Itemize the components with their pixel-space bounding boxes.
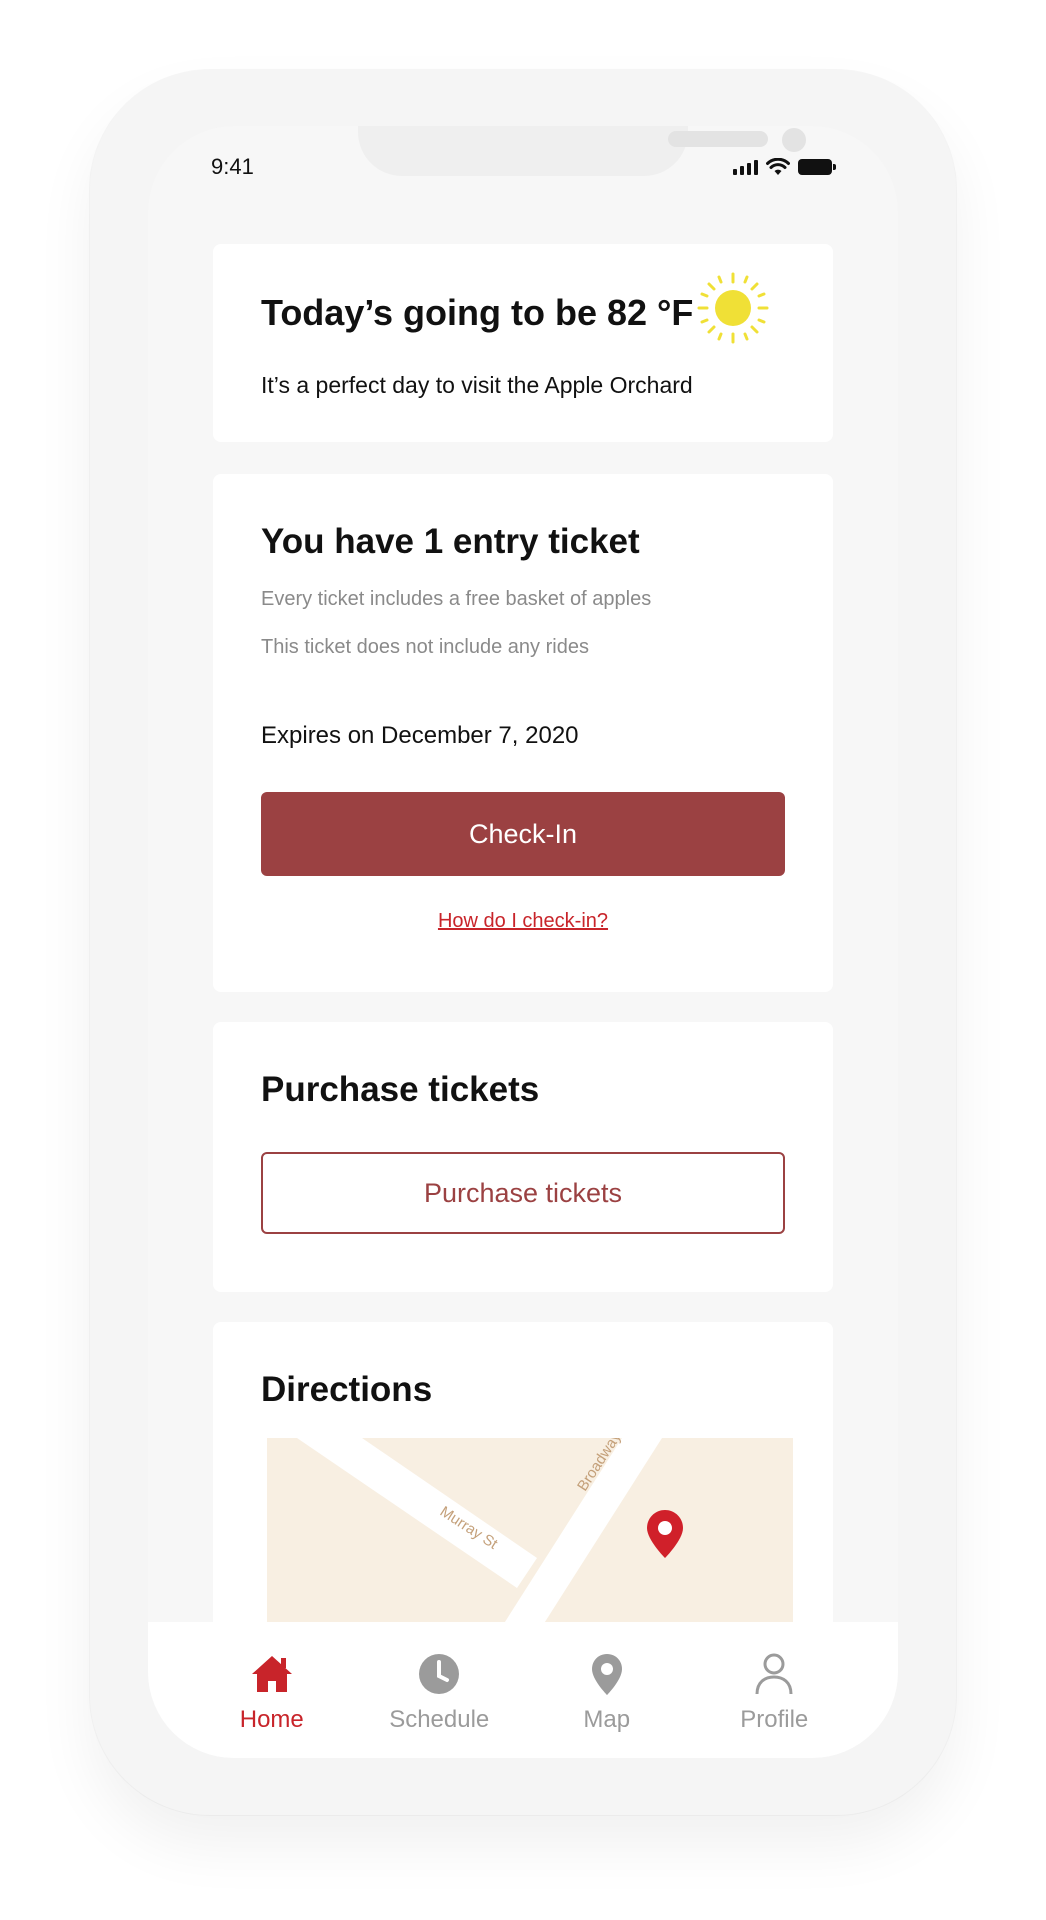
map-pin-icon	[591, 1654, 622, 1695]
device-frame: 9:41 Today’s going to be 82 °F It’s a pe…	[0, 0, 1046, 1920]
battery-icon	[798, 159, 836, 175]
weather-subtitle: It’s a perfect day to visit the Apple Or…	[261, 372, 693, 398]
clock-icon	[419, 1654, 460, 1694]
check-in-button[interactable]: Check-In	[261, 792, 785, 876]
nav-map-label: Map	[583, 1706, 631, 1733]
purchase-card: Purchase tickets Purchase tickets	[213, 1022, 833, 1292]
status-time: 9:41	[211, 154, 254, 179]
nav-profile-label: Profile	[740, 1706, 809, 1733]
nav-home[interactable]: Home	[197, 1650, 347, 1734]
ticket-card: You have 1 entry ticket Every ticket inc…	[213, 474, 833, 992]
camera	[782, 128, 806, 152]
weather-title: Today’s going to be 82 °F	[261, 292, 694, 333]
nav-profile[interactable]: Profile	[699, 1650, 849, 1734]
bottom-nav: Home Schedule Map Profile	[148, 1622, 898, 1758]
directions-title: Directions	[261, 1370, 433, 1409]
status-icons	[733, 156, 836, 178]
weather-card: Today’s going to be 82 °F It’s a perfect…	[213, 244, 833, 442]
purchase-title: Purchase tickets	[261, 1070, 540, 1109]
nav-map[interactable]: Map	[532, 1650, 682, 1734]
speaker	[668, 131, 768, 147]
signal-icon	[733, 159, 758, 175]
directions-card: Directions Murray St Broadway	[213, 1322, 833, 1658]
phone-screen: 9:41 Today’s going to be 82 °F It’s a pe…	[148, 126, 898, 1758]
home-icon	[251, 1656, 292, 1692]
purchase-tickets-button[interactable]: Purchase tickets	[261, 1152, 785, 1234]
nav-schedule[interactable]: Schedule	[364, 1650, 514, 1734]
check-in-help-link[interactable]: How do I check-in?	[213, 910, 833, 933]
notch	[358, 126, 806, 176]
ticket-info-rides: This ticket does not include any rides	[261, 636, 589, 658]
ticket-expiration: Expires on December 7, 2020	[261, 722, 579, 749]
nav-schedule-label: Schedule	[389, 1706, 490, 1733]
wifi-icon	[766, 158, 790, 175]
ticket-title: You have 1 entry ticket	[261, 522, 640, 561]
nav-home-label: Home	[239, 1706, 304, 1733]
person-icon	[755, 1653, 793, 1695]
sun-icon	[697, 272, 769, 344]
ticket-info-basket: Every ticket includes a free basket of a…	[261, 588, 652, 610]
